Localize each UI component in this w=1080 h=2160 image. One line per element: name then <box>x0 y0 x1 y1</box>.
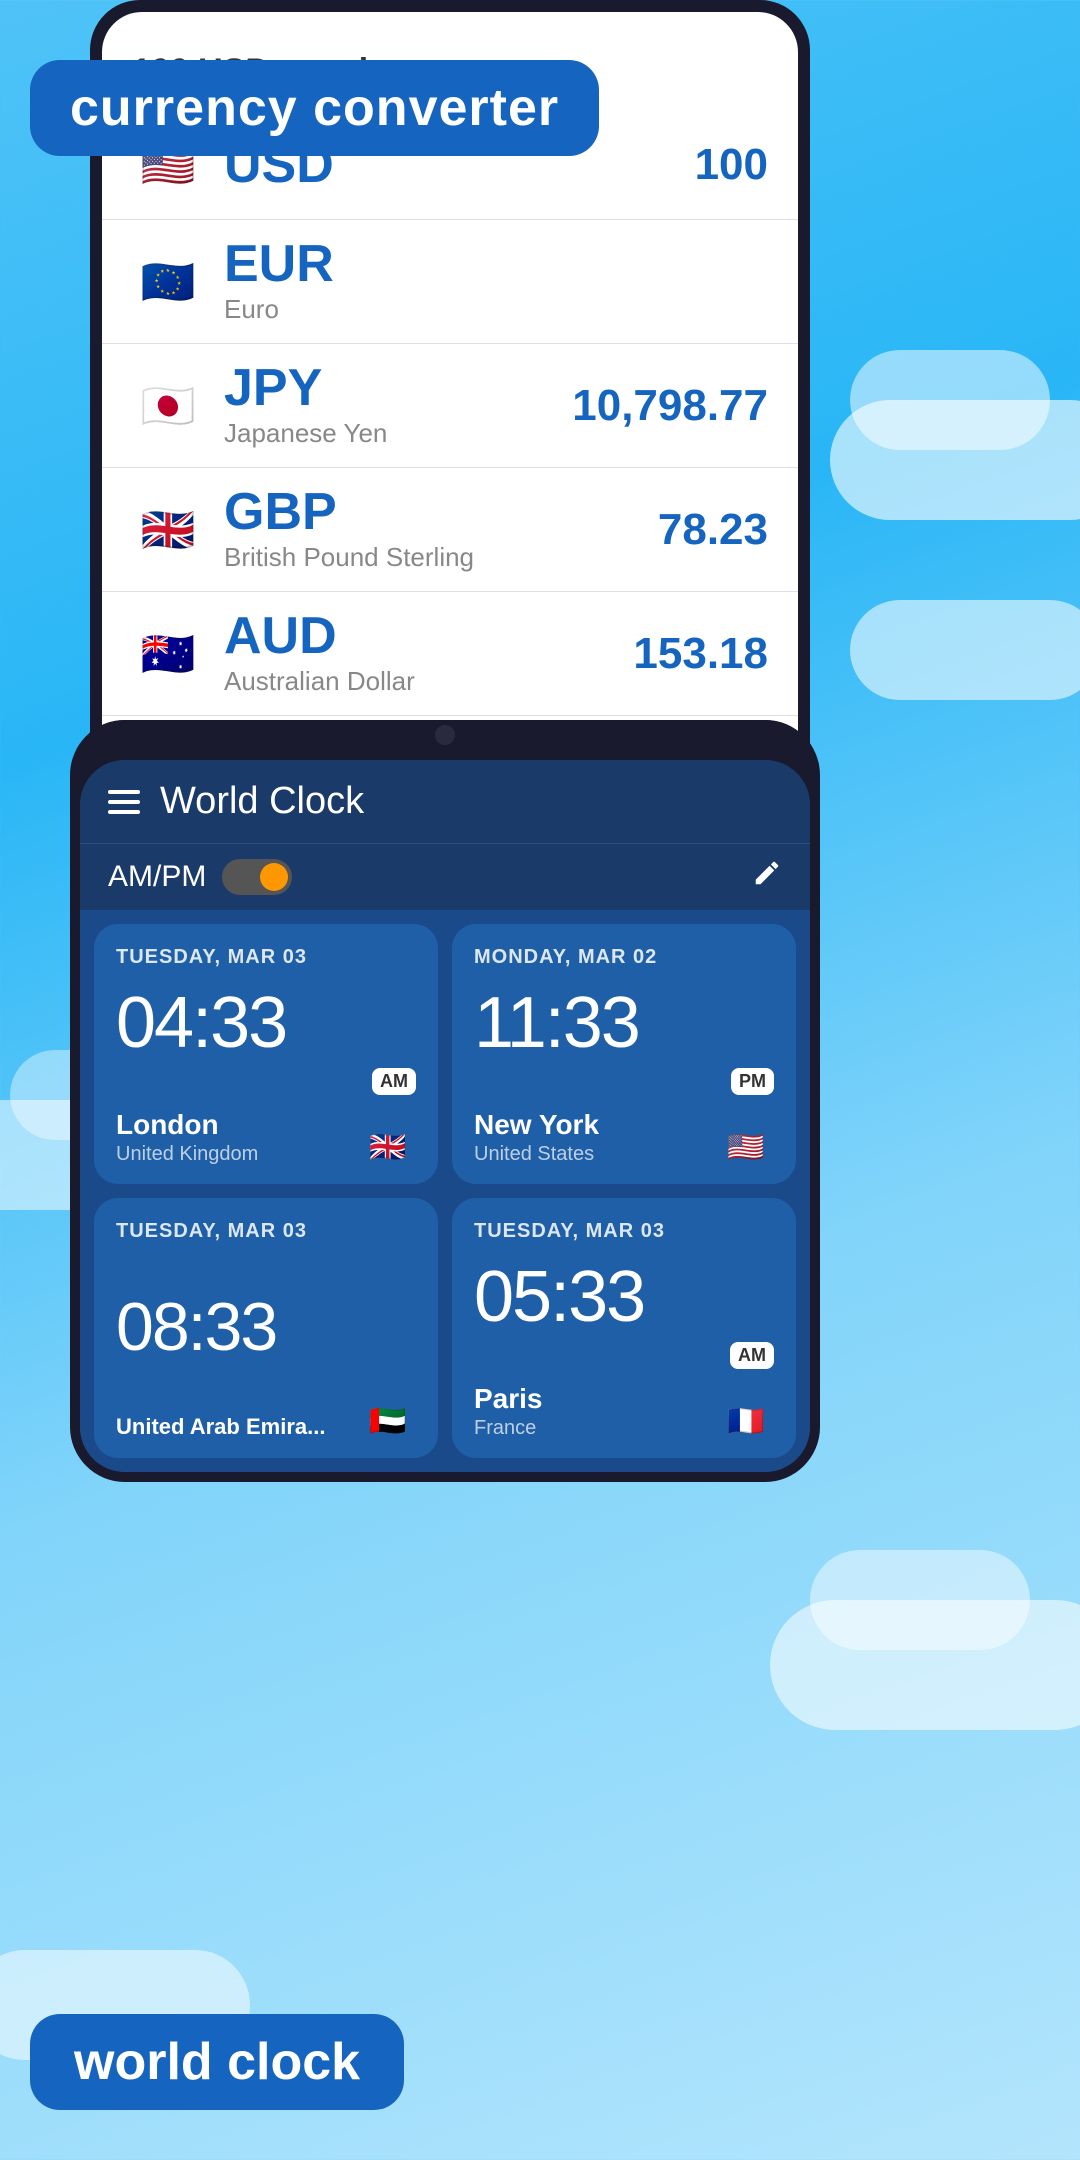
hamburger-menu-icon[interactable] <box>108 790 140 814</box>
edit-icon[interactable] <box>752 858 782 896</box>
gbp-flag: 🇬🇧 <box>132 494 204 566</box>
aud-flag: 🇦🇺 <box>132 618 204 690</box>
eur-code: EUR <box>224 238 334 290</box>
currency-banner-text: currency converter <box>70 79 559 137</box>
newyork-time: 11:33 <box>474 977 774 1068</box>
gbp-code: GBP <box>224 486 474 538</box>
paris-footer: Paris France 🇫🇷 <box>474 1383 774 1440</box>
newyork-footer: New York United States 🇺🇸 <box>474 1109 774 1166</box>
paris-flag: 🇫🇷 <box>718 1402 774 1440</box>
ampm-row: AM/PM <box>80 843 810 910</box>
aud-name: Australian Dollar <box>224 666 415 697</box>
newyork-flag: 🇺🇸 <box>718 1128 774 1166</box>
aud-code: AUD <box>224 610 415 662</box>
uae-date: TUESDAY, MAR 03 <box>116 1220 416 1243</box>
aud-value: 153.18 <box>633 629 768 679</box>
currency-item-jpy[interactable]: 🇯🇵 JPY Japanese Yen 10,798.77 <box>102 344 798 468</box>
eur-flag: 🇪🇺 <box>132 246 204 318</box>
uae-city: United Arab Emira... <box>116 1414 325 1440</box>
paris-time: 05:33 <box>474 1251 774 1342</box>
gbp-value: 78.23 <box>658 505 768 555</box>
currency-converter-banner: currency converter <box>30 60 599 156</box>
newyork-date: MONDAY, MAR 02 <box>474 946 774 969</box>
usd-value: 100 <box>695 140 768 190</box>
world-clock-label-text: world clock <box>74 2033 360 2091</box>
notch-dot <box>435 725 455 745</box>
paris-country: France <box>474 1417 543 1440</box>
currency-item-gbp[interactable]: 🇬🇧 GBP British Pound Sterling 78.23 <box>102 468 798 592</box>
london-city: London <box>116 1109 258 1141</box>
ampm-toggle[interactable] <box>222 859 292 895</box>
world-clock-label: world clock <box>30 2014 404 2110</box>
paris-date: TUESDAY, MAR 03 <box>474 1220 774 1243</box>
toggle-thumb <box>260 863 288 891</box>
london-ampm: AM <box>372 1068 416 1095</box>
uae-flag: 🇦🇪 <box>360 1402 416 1440</box>
london-flag: 🇬🇧 <box>360 1128 416 1166</box>
newyork-city: New York <box>474 1109 599 1141</box>
world-clock-title: World Clock <box>160 780 782 823</box>
currency-item-aud[interactable]: 🇦🇺 AUD Australian Dollar 153.18 <box>102 592 798 716</box>
london-date: TUESDAY, MAR 03 <box>116 946 416 969</box>
currency-item-eur[interactable]: 🇪🇺 EUR Euro <box>102 220 798 344</box>
clock-card-paris[interactable]: TUESDAY, MAR 03 05:33 AM Paris France 🇫🇷 <box>452 1198 796 1458</box>
uae-time: 08:33 <box>116 1251 416 1402</box>
ampm-label: AM/PM <box>108 860 206 894</box>
clock-card-newyork[interactable]: MONDAY, MAR 02 11:33 PM New York United … <box>452 924 796 1184</box>
eur-name: Euro <box>224 294 334 325</box>
world-clock-header: World Clock <box>80 760 810 843</box>
world-clock-phone: World Clock AM/PM TUESDAY, MAR 03 04:33 … <box>70 720 820 1482</box>
jpy-code: JPY <box>224 362 387 414</box>
newyork-country: United States <box>474 1143 599 1166</box>
jpy-name: Japanese Yen <box>224 418 387 449</box>
uae-footer: United Arab Emira... 🇦🇪 <box>116 1402 416 1440</box>
london-time: 04:33 <box>116 977 416 1068</box>
clock-grid: TUESDAY, MAR 03 04:33 AM London United K… <box>80 910 810 1472</box>
jpy-value: 10,798.77 <box>572 381 768 431</box>
newyork-ampm: PM <box>731 1068 774 1095</box>
world-clock-screen: World Clock AM/PM TUESDAY, MAR 03 04:33 … <box>80 760 810 1472</box>
clock-card-uae[interactable]: TUESDAY, MAR 03 08:33 United Arab Emira.… <box>94 1198 438 1458</box>
paris-city: Paris <box>474 1383 543 1415</box>
phone-notch <box>70 720 820 750</box>
clock-card-london[interactable]: TUESDAY, MAR 03 04:33 AM London United K… <box>94 924 438 1184</box>
gbp-name: British Pound Sterling <box>224 542 474 573</box>
jpy-flag: 🇯🇵 <box>132 370 204 442</box>
london-footer: London United Kingdom 🇬🇧 <box>116 1109 416 1166</box>
london-country: United Kingdom <box>116 1143 258 1166</box>
paris-ampm: AM <box>730 1342 774 1369</box>
